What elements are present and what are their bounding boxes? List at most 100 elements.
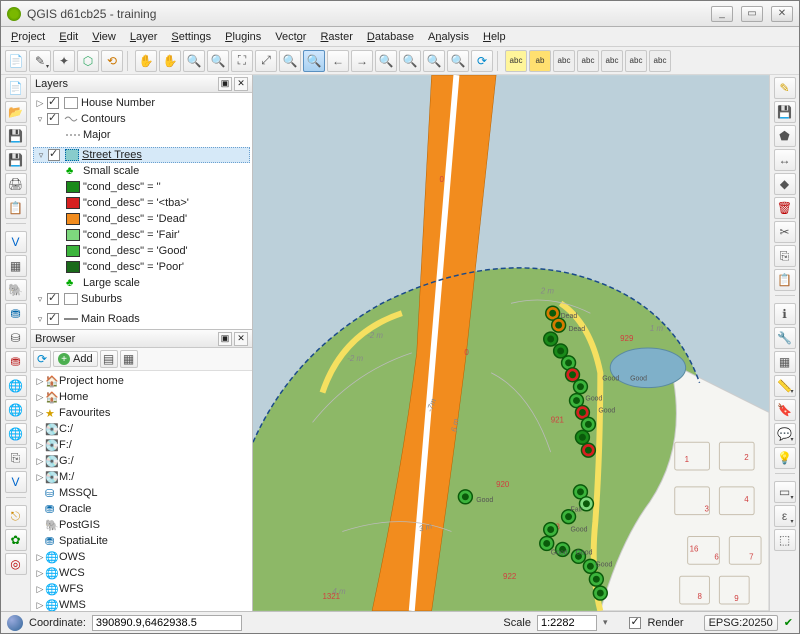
paste-button[interactable]: 📋 — [774, 269, 796, 291]
add-raster-button[interactable]: ▦ — [5, 255, 27, 277]
menu-raster[interactable]: Raster — [314, 29, 358, 45]
new-shapefile-button[interactable]: V — [5, 471, 27, 493]
copy-button[interactable]: ⎘ — [774, 245, 796, 267]
deselect-all-button[interactable]: ⬚ — [774, 529, 796, 551]
deselect-button[interactable]: 🔍 — [447, 50, 469, 72]
menu-database[interactable]: Database — [361, 29, 420, 45]
grass-button[interactable]: ✿ — [5, 529, 27, 551]
cut-button[interactable]: ✂ — [774, 221, 796, 243]
print-composer-button[interactable]: 🖨 — [5, 173, 27, 195]
select-tool-button[interactable]: ▭▾ — [774, 481, 796, 503]
scale-input[interactable] — [537, 615, 597, 631]
panels-column: Layers ▣ ✕ ▷House Number ▿Contours Major… — [31, 75, 253, 611]
node-button[interactable]: ◆ — [774, 173, 796, 195]
label-tool-4[interactable]: abc — [577, 50, 599, 72]
menu-help[interactable]: Help — [477, 29, 512, 45]
browser-panel-header: Browser ▣ ✕ — [31, 330, 252, 348]
add-spatialite-button[interactable]: ⛃ — [5, 303, 27, 325]
add-postgis-button[interactable]: 🐘 — [5, 279, 27, 301]
label-tool-3[interactable]: abc — [553, 50, 575, 72]
tips-button[interactable]: 💡 — [774, 447, 796, 469]
menu-project[interactable]: Project — [5, 29, 51, 45]
crs-status-icon[interactable]: ✔ — [784, 616, 793, 629]
bookmark-button[interactable]: 🔖 — [774, 399, 796, 421]
zoom-native-button[interactable]: ⛶ — [231, 50, 253, 72]
label-tool-7[interactable]: abc — [649, 50, 671, 72]
move-feature-button[interactable]: ↔ — [774, 149, 796, 171]
save-edits-button[interactable]: ✎▾ — [29, 50, 51, 72]
open-button[interactable]: 📂 — [5, 101, 27, 123]
label-tool-5[interactable]: abc — [601, 50, 623, 72]
menu-plugins[interactable]: Plugins — [219, 29, 267, 45]
pan-button[interactable]: ✋ — [135, 50, 157, 72]
zoom-selection-button[interactable]: 🔍 — [279, 50, 301, 72]
browser-dock-button[interactable]: ▣ — [218, 332, 232, 346]
browser-add-button[interactable]: +Add — [53, 351, 98, 367]
maximize-button[interactable]: ▭ — [741, 6, 763, 22]
browser-tree[interactable]: ▷🏠Project home ▷🏠Home ▷★Favourites ▷💽C:/… — [31, 371, 252, 611]
delete-button[interactable]: 🗑 — [774, 197, 796, 219]
browser-close-button[interactable]: ✕ — [234, 332, 248, 346]
menu-edit[interactable]: Edit — [53, 29, 84, 45]
add-vector-button[interactable]: V — [5, 231, 27, 253]
add-wcs-button[interactable]: 🌐 — [5, 399, 27, 421]
zoom-full-button[interactable]: ⤢ — [255, 50, 277, 72]
menu-analysis[interactable]: Analysis — [422, 29, 475, 45]
close-button[interactable]: ✕ — [771, 6, 793, 22]
snap-button[interactable]: ⟲ — [101, 50, 123, 72]
measure-button[interactable]: 📏▾ — [774, 375, 796, 397]
layers-close-button[interactable]: ✕ — [234, 77, 248, 91]
metasearch-button[interactable]: ◎ — [5, 553, 27, 575]
add-csv-button[interactable]: ⎘ — [5, 447, 27, 469]
identify-tool-button[interactable]: ℹ — [774, 303, 796, 325]
topo-button[interactable]: ⬡ — [77, 50, 99, 72]
svg-text:1 m: 1 m — [650, 324, 664, 333]
select-button[interactable]: 🔍 — [423, 50, 445, 72]
crs-button[interactable]: EPSG:20250 — [704, 615, 778, 631]
menu-vector[interactable]: Vector — [269, 29, 312, 45]
table-button[interactable]: ▦ — [774, 351, 796, 373]
map-canvas[interactable]: -2 m -2 m -7m 6 m 3 m 4 m 2 m 1 m 0 0 92… — [253, 75, 769, 611]
node-tool-button[interactable]: ✦ — [53, 50, 75, 72]
zoom-next-button[interactable]: → — [351, 50, 373, 72]
saveas-button[interactable]: 💾 — [5, 149, 27, 171]
layers-dock-button[interactable]: ▣ — [218, 77, 232, 91]
select-expr-button[interactable]: ε▾ — [774, 505, 796, 527]
zoom-out-button[interactable]: 🔍 — [207, 50, 229, 72]
add-oracle-button[interactable]: ⛃ — [5, 351, 27, 373]
composer-manager-button[interactable]: 📋 — [5, 197, 27, 219]
save-button[interactable]: 💾 — [5, 125, 27, 147]
add-wfs-button[interactable]: 🌐 — [5, 423, 27, 445]
coord-input[interactable] — [92, 615, 242, 631]
zoom-in-button[interactable]: 🔍 — [183, 50, 205, 72]
label-tool-1[interactable]: abc — [505, 50, 527, 72]
field-calc-button[interactable]: 🔧 — [774, 327, 796, 349]
zoom-layer-button[interactable]: 🔍 — [303, 50, 325, 72]
new-button[interactable]: 📄 — [5, 77, 27, 99]
layers-tree[interactable]: ▷House Number ▿Contours Major ▿Street Tr… — [31, 93, 252, 329]
annotation-button[interactable]: 💬▾ — [774, 423, 796, 445]
browser-refresh-button[interactable]: ⟳ — [33, 350, 51, 368]
refresh2-button[interactable]: ⟳ — [471, 50, 493, 72]
render-checkbox[interactable] — [629, 617, 641, 629]
edit-pencil-button[interactable]: ✎ — [774, 77, 796, 99]
zoom-last-button[interactable]: ← — [327, 50, 349, 72]
add-mssql-button[interactable]: ⛁ — [5, 327, 27, 349]
minimize-button[interactable]: _ — [711, 6, 733, 22]
add-feature-button[interactable]: ⬟ — [774, 125, 796, 147]
pan-to-selection-button[interactable]: ✋ — [159, 50, 181, 72]
add-wms-button[interactable]: 🌐 — [5, 375, 27, 397]
menu-layer[interactable]: Layer — [124, 29, 164, 45]
menu-settings[interactable]: Settings — [165, 29, 217, 45]
globe-icon[interactable] — [7, 615, 23, 631]
gps-button[interactable]: ⎋ — [5, 505, 27, 527]
new-project-button[interactable]: 📄 — [5, 50, 27, 72]
label-tool-6[interactable]: abc — [625, 50, 647, 72]
browser-collapse-button[interactable]: ▦ — [120, 350, 138, 368]
edit-save-button[interactable]: 💾 — [774, 101, 796, 123]
label-tool-2[interactable]: ab — [529, 50, 551, 72]
identify-button[interactable]: 🔍 — [399, 50, 421, 72]
refresh-button[interactable]: 🔍 — [375, 50, 397, 72]
menu-view[interactable]: View — [86, 29, 122, 45]
browser-filter-button[interactable]: ▤ — [100, 350, 118, 368]
